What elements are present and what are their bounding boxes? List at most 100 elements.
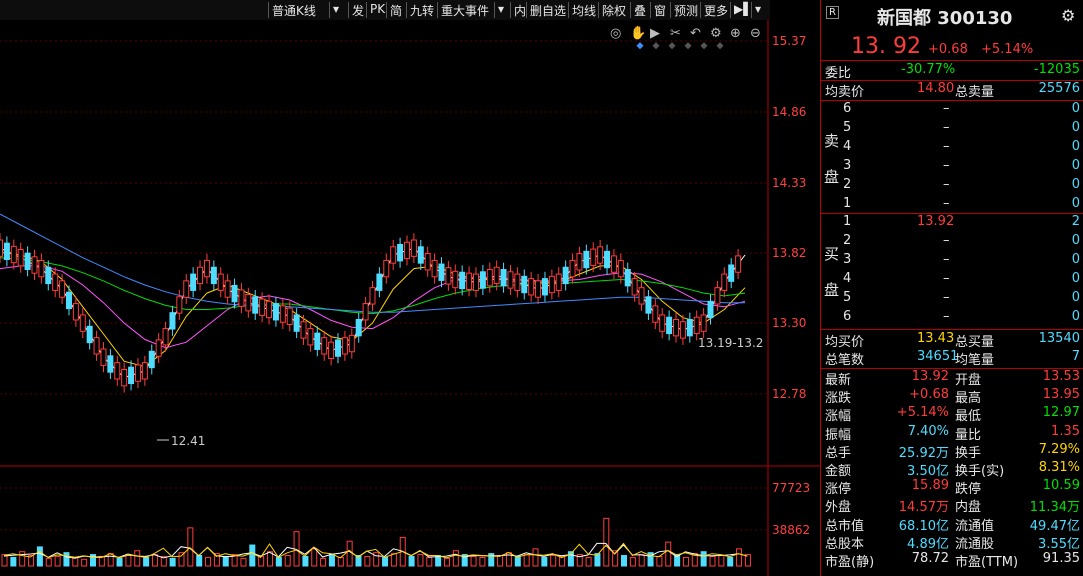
candle-body (72, 303, 79, 321)
candle-body (390, 246, 397, 264)
eye-icon[interactable]: ◎ (610, 26, 621, 41)
scissors-icon[interactable]: ✂ (670, 26, 681, 41)
candle-body (562, 266, 569, 285)
settings-icon[interactable]: ⚙ (710, 26, 722, 41)
candle-body (410, 239, 417, 257)
stat-label: 最低 (955, 409, 982, 425)
toolbar-moving-average[interactable]: 均线 (572, 2, 596, 19)
toolbar-ex-rights[interactable]: 除权 (602, 2, 626, 19)
buy-price: – (943, 233, 950, 248)
kline-chart[interactable]: 15.37 14.86 14.33 13.82 13.30 12.78 77723 38862… (0, 0, 820, 576)
candle-body (659, 314, 666, 332)
candle-body (203, 259, 210, 278)
volume-bar (346, 540, 353, 567)
stat-value: 1.35 (1051, 423, 1080, 439)
zoom-in-icon[interactable]: ⊖ (750, 26, 761, 41)
candle-body (266, 300, 273, 319)
toolbar-major-events[interactable]: 重大事件 (441, 2, 489, 19)
stat-value: 3.55亿 (1038, 536, 1080, 552)
buy-side-label-1: 买 (824, 245, 840, 263)
candle-body (231, 284, 238, 303)
candle-body (403, 241, 410, 260)
volume-bar (151, 554, 158, 567)
toolbar-inner[interactable]: 内 (514, 2, 526, 19)
toolbar-events-dropdown[interactable]: ▾ (498, 2, 504, 16)
toolbar-window[interactable]: 窗 (654, 2, 666, 19)
avg-buy-value: 13.43 (917, 331, 955, 346)
candle-body (452, 270, 459, 289)
candle-body (197, 266, 204, 285)
volume-bar (36, 546, 43, 567)
volume-bar (718, 555, 725, 567)
stat-label: 量比 (955, 427, 982, 443)
avg-sell-label: 均卖价 (825, 85, 865, 100)
toolbar-overlay[interactable]: 叠 (634, 2, 646, 19)
stat-label: 外盘 (825, 500, 852, 516)
volume-bar (408, 555, 415, 567)
candle-body (190, 273, 197, 291)
candle-body (666, 316, 673, 335)
stat-value: 7.29% (1038, 441, 1080, 457)
toolbar-play[interactable]: ▶▌ (734, 2, 752, 16)
stat-value: +0.68 (909, 387, 949, 403)
candle-body (445, 267, 452, 285)
sell-volume: 0 (1071, 120, 1080, 135)
avg-deal-label: 均笔量 (955, 353, 995, 368)
candle-body (355, 318, 362, 337)
stat-label: 总手 (825, 445, 852, 461)
stat-value: +5.14% (896, 405, 949, 421)
candle-body (3, 242, 10, 261)
volume-bar (682, 556, 689, 567)
candle-body (321, 337, 328, 355)
toolbar-publish[interactable]: 发 (352, 2, 364, 19)
volume-bar (240, 557, 247, 567)
volume-bar (709, 555, 716, 567)
volume-bar (523, 554, 530, 567)
buy-level-2: 2 (843, 233, 852, 248)
candle-body (148, 350, 155, 369)
toolbar-forecast[interactable]: 预测 (674, 2, 698, 19)
volume-bar (337, 556, 344, 567)
candle-body (486, 269, 493, 287)
undo-icon[interactable]: ↶ (690, 26, 701, 41)
toolbar-nine-turn[interactable]: 九转 (410, 2, 434, 19)
sell-level-1: 1 (843, 196, 852, 211)
volume-bar (665, 541, 672, 567)
play-icon[interactable]: ▶ (650, 26, 660, 41)
toolbar-simple[interactable]: 简 (390, 2, 402, 19)
toolbar-kline-type-dropdown[interactable]: ▾ (333, 2, 339, 16)
stat-label: 流通值 (955, 518, 995, 534)
volume-bar (700, 551, 707, 567)
volume-bar (479, 556, 486, 567)
candle-body (217, 273, 224, 291)
sell-volume: 0 (1071, 101, 1080, 116)
price-change-pct: +5.14% (981, 42, 1034, 57)
candle-body (541, 278, 548, 296)
volume-bar (390, 553, 397, 567)
volume-bar (196, 555, 203, 567)
volume-bar (19, 551, 26, 567)
stat-label: 总市值 (825, 518, 865, 534)
range-annotation: 13.19-13.2 (698, 336, 763, 350)
gear-icon[interactable]: ⚙ (1061, 6, 1075, 25)
sell-level-2: 2 (843, 177, 852, 192)
clock-icon[interactable]: ⊕ (730, 26, 741, 41)
buy-level-1: 1 (843, 214, 852, 229)
candle-body (128, 366, 135, 385)
sell-price: – (943, 158, 950, 173)
toolbar-pk[interactable]: PK (370, 2, 385, 16)
volume-bar (143, 556, 150, 567)
candle-body (155, 339, 162, 357)
volume-bar (452, 550, 459, 567)
hand-icon[interactable]: ✋ (630, 25, 646, 41)
volume-bar (178, 552, 185, 567)
toolbar-remove-watchlist[interactable]: 删自选 (530, 2, 566, 19)
candle-body (224, 280, 231, 298)
toolbar-kline-type[interactable]: 普通K线 (272, 2, 316, 19)
candle-body (307, 328, 314, 346)
stat-value: 13.53 (1042, 369, 1080, 384)
volume-bar (63, 552, 70, 567)
candle-body (45, 266, 52, 285)
toolbar-more-dropdown[interactable]: ▾ (755, 2, 761, 16)
toolbar-more[interactable]: 更多 (704, 2, 728, 19)
